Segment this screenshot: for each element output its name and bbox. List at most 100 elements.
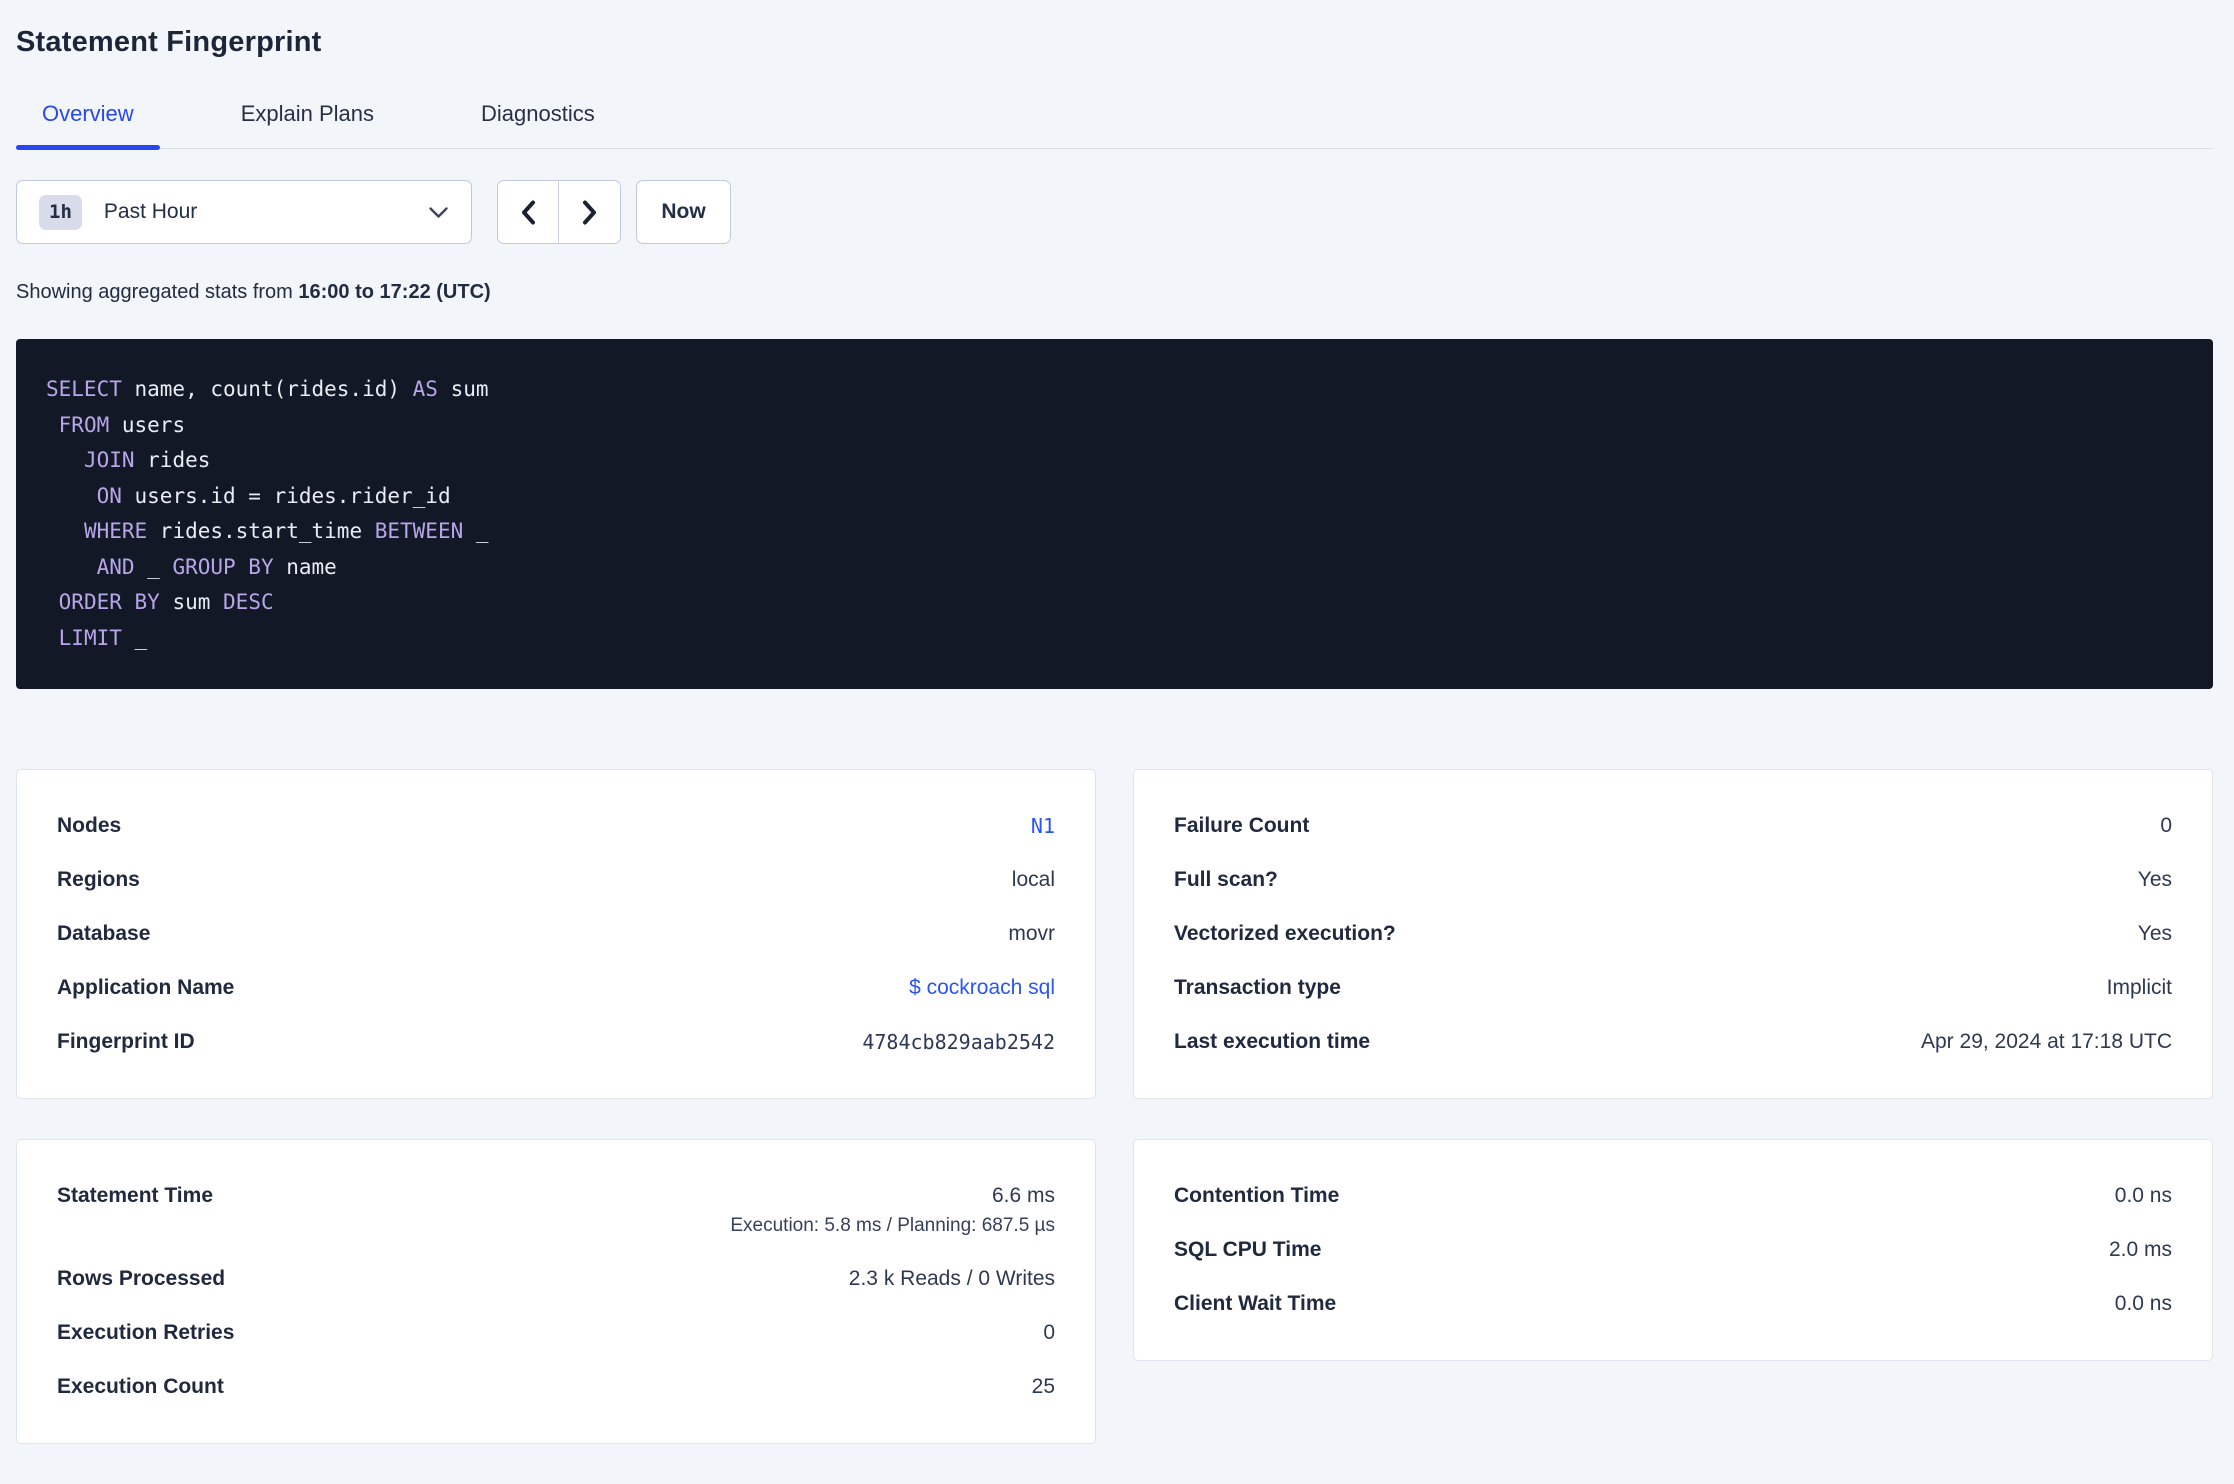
sql-keyword: BETWEEN [374,519,464,543]
stat-row-database: Database movr [57,907,1055,961]
stat-label-application-name: Application Name [57,976,235,999]
sql-keyword: LIMIT [58,625,122,650]
summary-cards-grid: Nodes N1 Regions local Database movr Applicati… [16,769,2213,1444]
stat-value-contention-time: 0.0 ns [2114,1184,2172,1207]
sql-text: rides.start_time [147,519,375,543]
interval-label: Past Hour [103,200,198,223]
next-interval-button[interactable] [559,181,620,243]
stat-value-vectorized-execution: Yes [2137,922,2172,945]
stat-value-full-scan: Yes [2137,868,2172,891]
sql-text: sum [437,377,489,401]
stat-value-fingerprint-id: 4784cb829aab2542 [862,1030,1055,1054]
sql-keyword: WHERE [83,519,148,543]
sql-line: ON users.id = rides.rider_id [46,479,2183,515]
stat-value-nodes-link[interactable]: N1 [1031,814,1055,838]
timing-stats-card: Contention Time 0.0 ns SQL CPU Time 2.0 ms C… [1133,1139,2213,1361]
sql-text: name [273,554,337,579]
chevron-down-icon [429,206,448,218]
tab-overview[interactable]: Overview [16,101,160,150]
sql-keyword: FROM [58,412,110,437]
stat-label-regions: Regions [57,868,140,891]
stat-label-contention-time: Contention Time [1174,1184,1340,1207]
sql-line: LIMIT _ [46,621,2183,657]
stat-row-vectorized-execution: Vectorized execution? Yes [1174,907,2172,961]
sql-keyword: ORDER BY [58,590,160,614]
stat-label-rows-processed: Rows Processed [57,1267,226,1290]
stat-row-contention-time: Contention Time 0.0 ns [1174,1169,2172,1223]
stat-value-application-name-link[interactable]: $ cockroach sql [909,976,1055,1000]
sql-line: JOIN rides [46,443,2183,479]
stat-value-database: movr [1008,922,1055,945]
tab-diagnostics[interactable]: Diagnostics [455,101,621,148]
caption-range: 16:00 to 17:22 (UTC) [298,281,491,303]
stat-label-statement-time: Statement Time [57,1184,213,1207]
stat-value-sql-cpu-time: 2.0 ms [2108,1238,2172,1261]
stat-label-last-execution-time: Last execution time [1174,1030,1371,1053]
stat-row-last-execution-time: Last execution time Apr 29, 2024 at 17:18… [1174,1015,2172,1069]
stat-row-regions: Regions local [57,853,1055,907]
now-button[interactable]: Now [636,180,731,244]
sql-line: FROM users [46,408,2183,444]
stat-label-fingerprint-id: Fingerprint ID [57,1030,195,1053]
time-pager [497,180,621,244]
sql-text: users [109,412,186,437]
sql-keyword: JOIN [83,448,135,472]
stat-row-client-wait-time: Client Wait Time 0.0 ns [1174,1277,2172,1331]
stat-row-nodes: Nodes N1 [57,799,1055,853]
statement-details-card: Nodes N1 Regions local Database movr Applicati… [16,769,1096,1099]
stat-row-execution-retries: Execution Retries 0 [57,1306,1055,1360]
sql-line: WHERE rides.start_time BETWEEN _ [46,514,2183,550]
sql-text: _ [463,519,489,543]
execution-attributes-card: Failure Count 0 Full scan? Yes Vectorized ex… [1133,769,2213,1099]
tab-diagnostics-label: Diagnostics [481,101,595,126]
stat-row-statement-time: Statement Time 6.6 ms Execution: 5.8 ms / … [57,1169,1055,1237]
stat-value-last-execution-time: Apr 29, 2024 at 17:18 UTC [1921,1030,2172,1053]
sql-text: _ [134,554,173,579]
sql-text: rides [134,448,211,472]
stat-label-full-scan: Full scan? [1174,868,1278,891]
sql-text: users.id = rides.rider_id [121,483,451,508]
sql-keyword: ON [96,483,122,508]
stat-label-sql-cpu-time: SQL CPU Time [1174,1238,1322,1261]
caption-prefix: Showing aggregated stats from [16,281,293,303]
sql-text: name, count(rides.id) [121,377,413,401]
stat-value-statement-time: 6.6 ms [991,1184,1055,1207]
page-title: Statement Fingerprint [16,26,322,58]
stat-label-execution-retries: Execution Retries [57,1321,235,1344]
chevron-left-icon [522,200,535,224]
statement-fingerprint-page: Statement Fingerprint Overview Explain P… [0,26,2234,1444]
sql-line: ORDER BY sum DESC [46,585,2183,621]
aggregated-stats-caption: Showing aggregated stats from 16:00 to 1… [16,281,2213,304]
sql-text: _ [121,625,148,650]
time-controls: 1h Past Hour Now [16,180,2213,244]
interval-badge: 1h [39,194,82,230]
execution-stats-card: Statement Time 6.6 ms Execution: 5.8 ms / … [16,1139,1096,1444]
stat-row-full-scan: Full scan? Yes [1174,853,2172,907]
sql-keyword: SELECT [46,377,122,401]
stat-label-database: Database [57,922,151,945]
tab-explain-plans-label: Explain Plans [240,101,374,126]
stat-subvalue-statement-time: Execution: 5.8 ms / Planning: 687.5 µs [730,1215,1055,1236]
stat-row-failure-count: Failure Count 0 [1174,799,2172,853]
tab-explain-plans[interactable]: Explain Plans [215,101,400,148]
sql-statement-box: SELECT name, count(rides.id) AS sum FROM… [16,339,2213,689]
stat-label-transaction-type: Transaction type [1174,976,1341,999]
stat-row-execution-count: Execution Count 25 [57,1360,1055,1414]
prev-interval-button[interactable] [498,181,559,243]
time-interval-select[interactable]: 1h Past Hour [16,180,472,244]
stat-label-client-wait-time: Client Wait Time [1174,1292,1337,1315]
tab-bar: Overview Explain Plans Diagnostics [16,101,2213,150]
chevron-right-icon [582,200,596,224]
stat-value-client-wait-time: 0.0 ns [2114,1292,2172,1315]
sql-line: SELECT name, count(rides.id) AS sum [46,372,2183,408]
stat-label-failure-count: Failure Count [1174,814,1310,837]
stat-row-transaction-type: Transaction type Implicit [1174,961,2172,1015]
sql-keyword: AS [412,377,438,401]
stat-row-rows-processed: Rows Processed 2.3 k Reads / 0 Writes [57,1252,1055,1306]
